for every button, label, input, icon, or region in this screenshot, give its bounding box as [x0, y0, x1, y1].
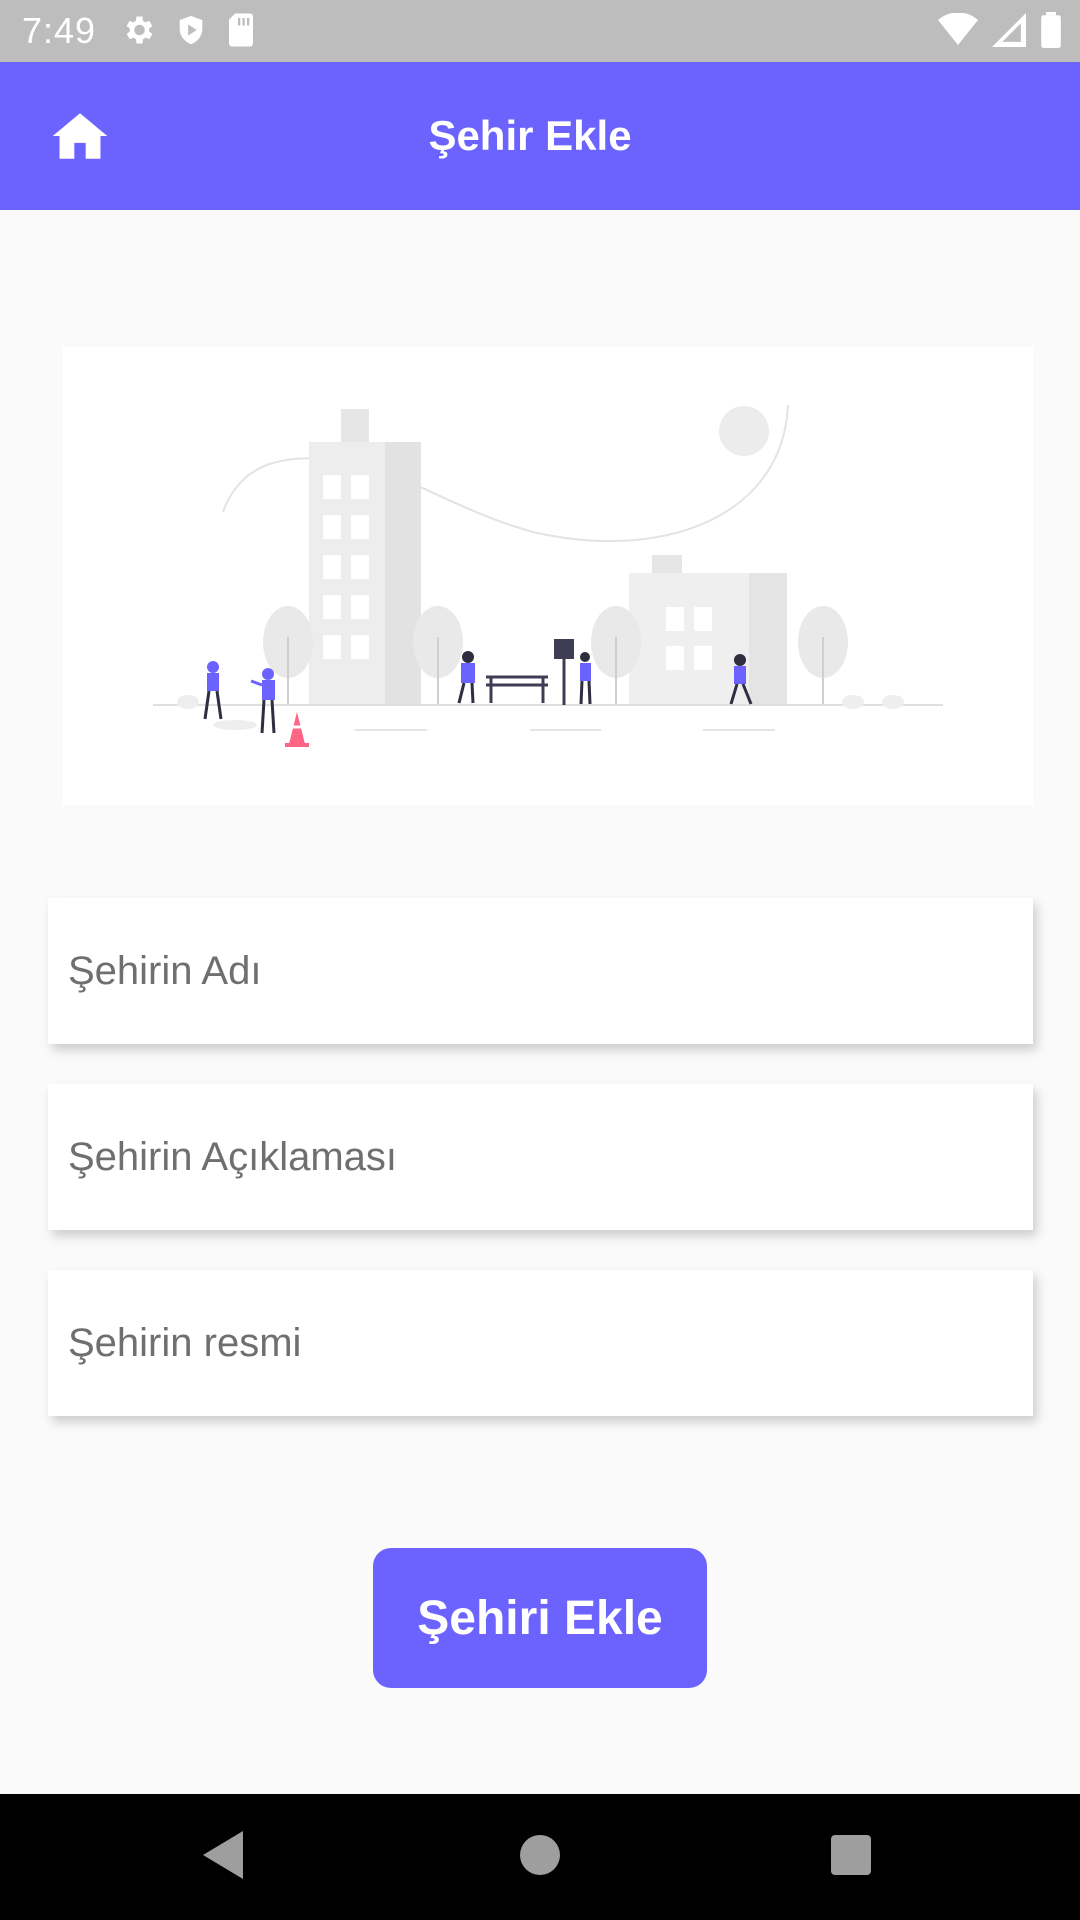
status-bar: 7:49 — [0, 0, 1080, 62]
wifi-icon — [938, 13, 978, 47]
sd-card-icon — [226, 12, 256, 48]
gear-icon — [120, 12, 156, 48]
signal-icon — [992, 13, 1026, 47]
city-description-input[interactable] — [48, 1084, 1033, 1230]
recents-button[interactable] — [818, 1824, 884, 1890]
system-nav-bar — [0, 1794, 1080, 1920]
app-bar: Şehir Ekle — [0, 62, 1080, 210]
city-illustration — [63, 347, 1033, 805]
city-name-input[interactable] — [48, 898, 1033, 1044]
recents-icon — [831, 1834, 871, 1880]
add-city-button[interactable]: Şehiri Ekle — [373, 1548, 707, 1688]
city-name-field-card — [48, 898, 1033, 1044]
home-circle-icon — [520, 1834, 560, 1880]
nav-home-button[interactable] — [507, 1824, 573, 1890]
city-image-input[interactable] — [48, 1270, 1033, 1416]
city-image-field-card — [48, 1270, 1033, 1416]
back-button[interactable] — [192, 1824, 258, 1890]
shield-icon — [174, 12, 208, 48]
battery-icon — [1040, 12, 1062, 48]
page-title: Şehir Ekle — [428, 112, 632, 159]
status-left-icons — [120, 12, 256, 48]
status-right-icons — [938, 12, 1062, 48]
back-icon — [203, 1830, 247, 1884]
status-time: 7:49 — [22, 10, 97, 51]
city-description-field-card — [48, 1084, 1033, 1230]
